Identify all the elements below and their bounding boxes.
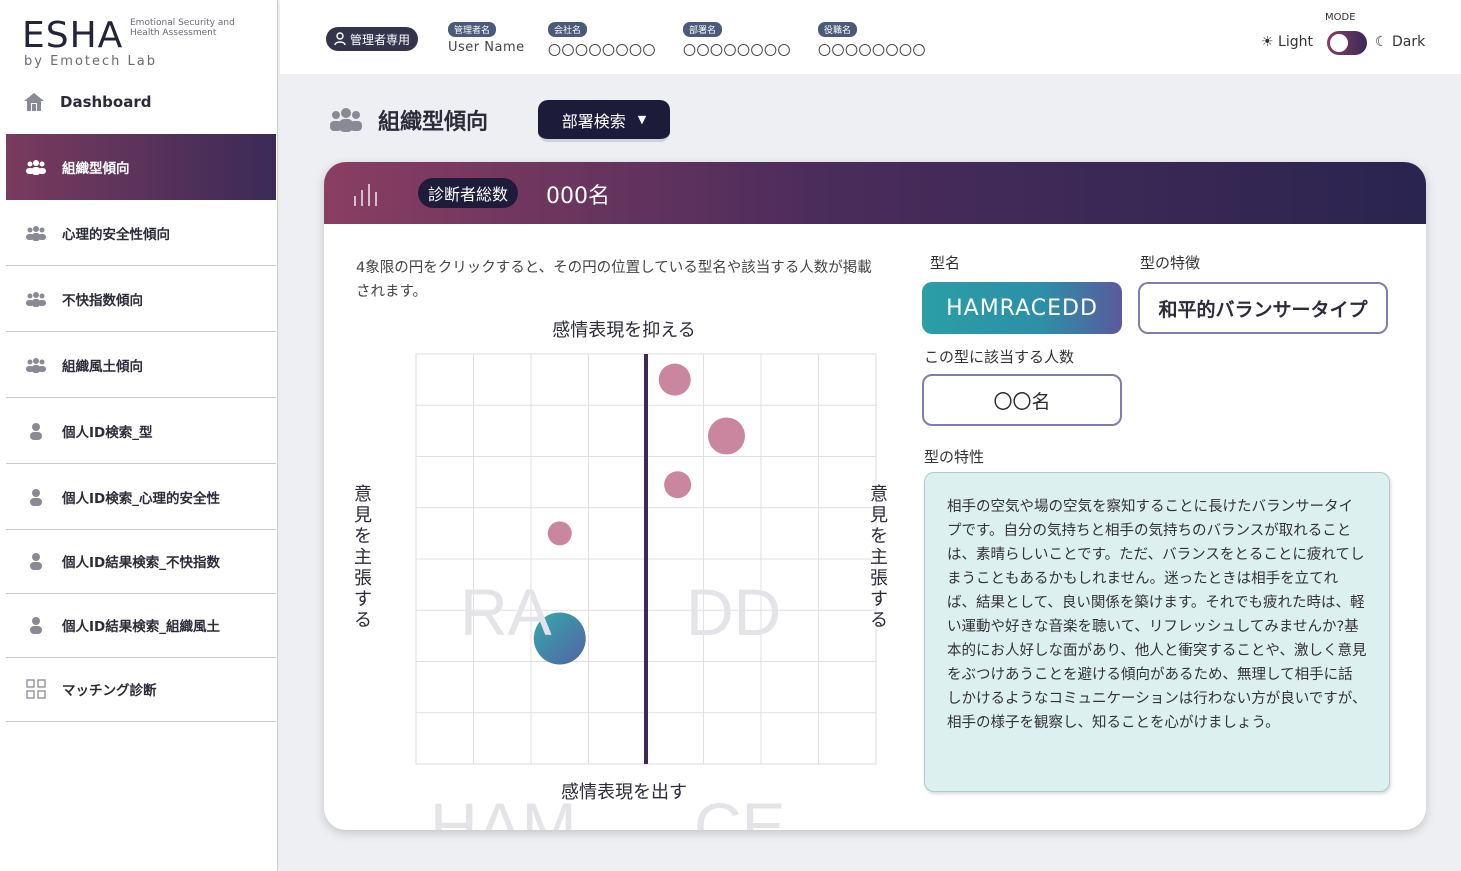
field-department: 部署名 〇〇〇〇〇〇〇〇 [683, 18, 791, 59]
type-name-value: HAMRACEDD [922, 282, 1122, 334]
group-icon [328, 106, 364, 134]
mode-label: MODE [1325, 12, 1356, 23]
sidebar-item-9[interactable]: マッチング診断 [6, 656, 276, 722]
sidebar-item-label: 組織型傾向 [62, 161, 130, 177]
nav-dashboard[interactable]: Dashboard [22, 88, 262, 116]
dark-label: Dark [1392, 34, 1426, 50]
logo-sub-text: Emotional Security and Health Assessment [130, 18, 235, 38]
traits-label: 型の特性 [924, 448, 985, 466]
sidebar-item-3[interactable]: 不快指数傾向 [6, 266, 276, 332]
field-tag: 役職名 [818, 22, 858, 37]
axis-bottom-label: 感情表現を出す [561, 782, 687, 803]
traits-description: 相手の空気や場の空気を察知することに長けたバランサータイプです。自分の気持ちと相… [924, 472, 1390, 792]
person-icon [24, 615, 48, 635]
quadrant-label-ra: RA [460, 575, 552, 649]
person-outline-icon [334, 32, 346, 46]
mode-toggle[interactable] [1327, 31, 1367, 55]
quadrant-label-dd: DD [686, 575, 782, 649]
field-tag: 管理者名 [448, 22, 497, 37]
field-company: 会社名 〇〇〇〇〇〇〇〇 [548, 18, 656, 59]
department-search-label: 部署検索 [561, 111, 626, 131]
sidebar-item-label: マッチング診断 [62, 682, 157, 699]
total-examinees-pill: 診断者総数 [418, 178, 519, 208]
page-title-text: 組織型傾向 [378, 110, 489, 135]
department-search-button[interactable]: 部署検索 ▼ [538, 100, 670, 142]
field-tag: 会社名 [548, 22, 588, 37]
sidebar-item-7[interactable]: 個人ID結果検索_不快指数 [6, 528, 276, 594]
caret-down-icon: ▼ [637, 113, 647, 126]
sidebar-item-label: 個人ID検索_型 [62, 424, 153, 441]
nav-dashboard-label: Dashboard [60, 93, 152, 111]
type-feature-label: 型の特徴 [1140, 254, 1201, 272]
scatter-point-1[interactable] [658, 363, 691, 396]
field-value: 〇〇〇〇〇〇〇〇 [548, 44, 657, 59]
sidebar-item-6[interactable]: 個人ID検索_心理的安全性 [6, 464, 276, 530]
sidebar-item-label: 組織風土傾向 [62, 358, 143, 375]
field-position: 役職名 〇〇〇〇〇〇〇〇 [818, 18, 926, 59]
sidebar-item-4[interactable]: 組織風土傾向 [6, 332, 276, 398]
sidebar-item-1[interactable]: 組織型傾向 [6, 134, 276, 200]
type-feature-value: 和平的バランサータイプ [1138, 282, 1388, 334]
admin-only-badge: 管理者専用 [326, 27, 419, 51]
sun-icon: ☀ [1261, 34, 1274, 50]
moon-icon: ☾ [1375, 34, 1388, 50]
card-header: 診断者総数 000名 [324, 162, 1426, 224]
esha-logo[interactable]: ESHA Emotional Security and Health Asses… [22, 16, 262, 72]
sidebar-item-label: 心理的安全性傾向 [62, 226, 170, 243]
people-count-label: この型に該当する人数 [924, 348, 1075, 366]
type-name-label: 型名 [930, 254, 961, 272]
sidebar-item-8[interactable]: 個人ID結果検索_組織風土 [6, 592, 276, 658]
group-icon [24, 223, 48, 243]
axis-right-label: 意見を主張する [870, 484, 888, 631]
group-icon [24, 157, 48, 177]
field-value: User Name [448, 40, 525, 55]
field-admin-name: 管理者名 User Name [448, 18, 525, 55]
mode-switcher: MODE ☀ Light ☾ Dark [1261, 12, 1431, 62]
total-examinees-count: 000名 [546, 184, 610, 209]
field-tag: 部署名 [683, 22, 723, 37]
logo-main-text: ESHA [22, 15, 124, 56]
grid-icon [24, 678, 48, 699]
sidebar-item-label: 個人ID検索_心理的安全性 [62, 490, 220, 507]
group-icon [24, 355, 48, 375]
scatter-point-4[interactable] [547, 521, 572, 546]
person-icon [24, 421, 48, 441]
main-area: 管理者専用 管理者名 User Name 会社名 〇〇〇〇〇〇〇〇 部署名 〇〇… [280, 0, 1461, 871]
group-icon [24, 289, 48, 309]
sidebar: ESHA Emotional Security and Health Asses… [0, 0, 278, 871]
light-option[interactable]: ☀ Light [1261, 34, 1313, 50]
toggle-knob [1330, 34, 1348, 52]
top-bar: 管理者専用 管理者名 User Name 会社名 〇〇〇〇〇〇〇〇 部署名 〇〇… [280, 0, 1461, 74]
dark-option[interactable]: ☾ Dark [1375, 34, 1425, 50]
logo-by-text: by Emotech Lab [24, 54, 157, 69]
sidebar-item-5[interactable]: 個人ID検索_型 [6, 398, 276, 464]
sidebar-item-2[interactable]: 心理的安全性傾向 [6, 200, 276, 266]
scatter-point-2[interactable] [708, 417, 745, 455]
home-icon [22, 92, 46, 112]
scatter-point-3[interactable] [664, 471, 692, 499]
person-icon [24, 487, 48, 507]
quadrant-chart: 感情表現を抑える RA DD HAM CE 意見を主張する 意見を主張する 感情… [344, 312, 904, 830]
sidebar-item-label: 個人ID結果検索_不快指数 [62, 554, 220, 571]
person-icon [24, 551, 48, 571]
people-count-value: 〇〇名 [922, 374, 1122, 426]
chart-svg [415, 353, 877, 765]
sidebar-item-label: 不快指数傾向 [62, 292, 143, 309]
field-value: 〇〇〇〇〇〇〇〇 [683, 44, 792, 59]
field-value: 〇〇〇〇〇〇〇〇 [818, 44, 927, 59]
light-label: Light [1278, 34, 1313, 50]
bar-chart-icon [352, 182, 382, 210]
page-title: 組織型傾向 [328, 104, 488, 136]
instruction-text: 4象限の円をクリックすると、その円の位置している型名や該当する人数が掲載されます… [356, 260, 872, 300]
type-detail-panel: 型名 型の特徴 HAMRACEDD 和平的バランサータイプ この型に該当する人数… [922, 248, 1402, 808]
axis-left-label: 意見を主張する [354, 484, 372, 631]
sidebar-item-label: 個人ID結果検索_組織風土 [62, 618, 220, 635]
admin-badge-label: 管理者専用 [350, 32, 411, 47]
result-card: 診断者総数 000名 4象限の円をクリックすると、その円の位置している型名や該当… [324, 162, 1426, 830]
